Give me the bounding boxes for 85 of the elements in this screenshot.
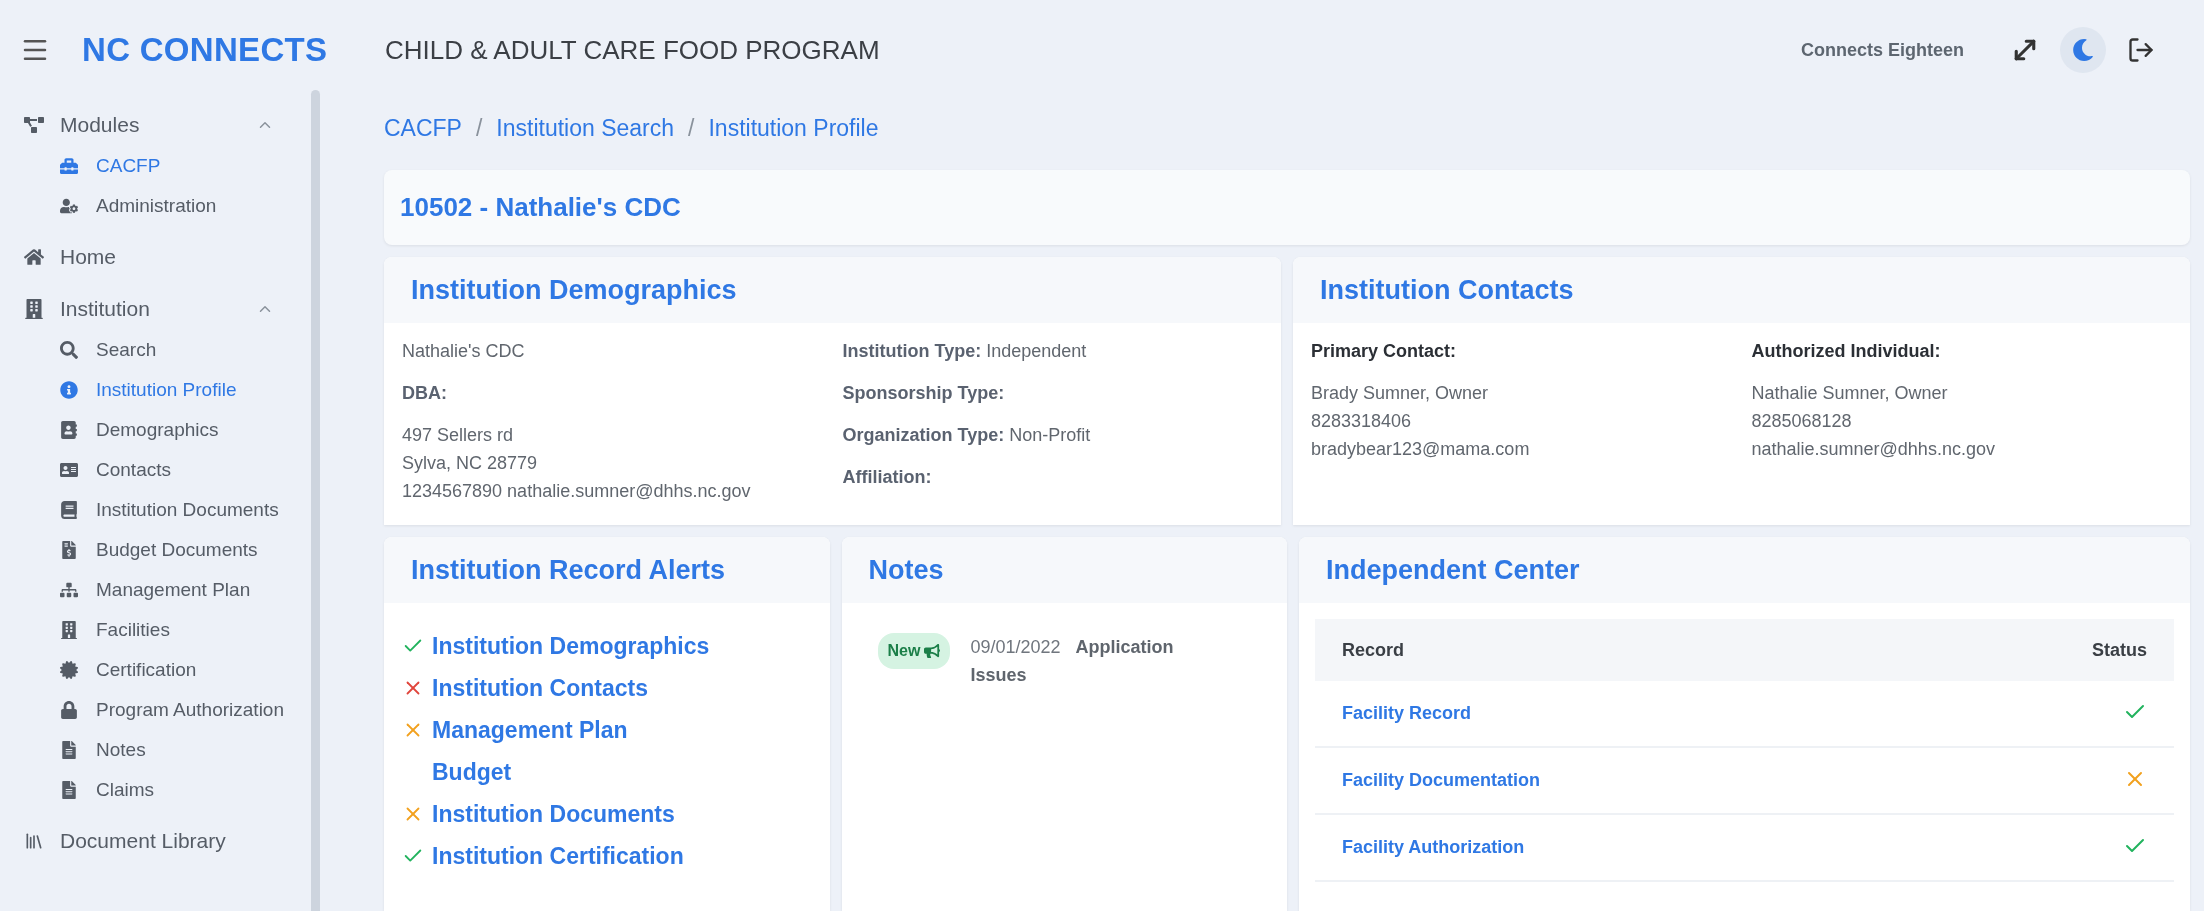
sidebar-item[interactable]: CACFP [24, 146, 311, 186]
card-title: Institution Demographics [411, 274, 737, 306]
breadcrumb-link[interactable]: Institution Search [496, 114, 675, 142]
sidebar-item[interactable]: Certification [24, 650, 311, 690]
sidebar-item[interactable]: Search [24, 330, 311, 370]
app-title: CHILD & ADULT CARE FOOD PROGRAM [385, 34, 881, 66]
badge-icon [60, 661, 78, 679]
contact-line: nathalie.sumner@dhhs.nc.gov [1751, 438, 1996, 461]
contact-line: 8283318406 [1311, 410, 1413, 433]
brand-logo: NC CONNECTS [82, 31, 328, 69]
sidebar-item[interactable]: Institution Profile [24, 370, 311, 410]
breadcrumb-link[interactable]: CACFP [384, 114, 462, 142]
sidebar-item[interactable]: Management Plan [24, 570, 311, 610]
sidebar-item[interactable]: Demographics [24, 410, 311, 450]
home-icon [24, 247, 44, 267]
note-text[interactable]: 09/01/2022 Application Issues [970, 633, 1211, 689]
search-icon [60, 341, 78, 359]
institution-name: Nathalie's CDC [402, 340, 526, 363]
field-text: Affiliation: [842, 466, 933, 489]
lock-icon [60, 701, 78, 719]
card-title: Independent Center [1326, 554, 1580, 586]
sidebar-item[interactable]: Facilities [24, 610, 311, 650]
record-link[interactable]: Facility Record [1342, 703, 1472, 723]
book-icon [60, 501, 78, 519]
sidebar-item[interactable]: Contacts [24, 450, 311, 490]
breadcrumb-separator: / [688, 114, 695, 142]
sidebar-item[interactable]: Notes [24, 730, 311, 770]
sidebar-item[interactable]: Claims [24, 770, 311, 810]
card-title: Notes [868, 554, 944, 586]
address-line: 497 Sellers rd [402, 424, 515, 447]
sidebar-item[interactable]: Budget Documents [24, 530, 311, 570]
card-title: Institution Contacts [1320, 274, 1574, 306]
scrollbar[interactable] [311, 90, 320, 911]
info-icon [60, 381, 78, 399]
theme-button[interactable] [2060, 27, 2106, 73]
id-card-icon [60, 461, 78, 479]
alert-link[interactable]: Institution Certification [432, 842, 684, 870]
record-link[interactable]: Facility Documentation [1342, 770, 1541, 790]
field-text: Organization Type: Non-Profit [842, 424, 1092, 447]
document-icon [60, 781, 78, 799]
toolbox-icon [60, 157, 78, 175]
building-icon [24, 299, 44, 319]
document-icon [60, 741, 78, 759]
sidebar-item[interactable]: Administration [24, 186, 311, 226]
contact-line: bradybear123@mama.com [1311, 438, 1531, 461]
field-label: DBA: [402, 382, 448, 405]
column-header: Status [1914, 619, 2174, 681]
alert-link[interactable]: Management Plan [432, 716, 628, 744]
megaphone-icon [924, 643, 941, 659]
contact-label: Primary Contact: [1311, 340, 1458, 363]
sidebar-item[interactable]: Program Authorization [24, 690, 311, 730]
sidebar-item[interactable]: Document Library [24, 820, 311, 862]
sidebar-item[interactable]: Institution [24, 288, 311, 330]
user-name: Connects Eighteen [1800, 39, 1964, 61]
breadcrumb-separator: / [475, 114, 483, 142]
contact-book-icon [60, 421, 78, 439]
page-title: 10502 - Nathalie's CDC [400, 192, 681, 223]
org-chart-icon [60, 581, 78, 599]
address-line: 1234567890 nathalie.sumner@dhhs.nc.gov [402, 480, 752, 503]
user-gear-icon [60, 197, 78, 215]
sidebar-item[interactable]: Home [24, 236, 311, 278]
building-icon [60, 621, 78, 639]
invoice-icon [60, 541, 78, 559]
diagram-icon [24, 115, 44, 135]
address-line: Sylva, NC 28779 [402, 452, 539, 475]
contact-line: 8285068128 [1751, 410, 1853, 433]
field-text: Institution Type: Independent [842, 340, 1088, 363]
field-text: Sponsorship Type: [842, 382, 1006, 405]
contact-line: Nathalie Sumner, Owner [1751, 382, 1949, 405]
new-badge: New [877, 633, 951, 669]
contact-line: Brady Sumner, Owner [1311, 382, 1490, 405]
books-icon [24, 831, 44, 851]
logout-icon [2127, 36, 2155, 64]
card-title: Institution Record Alerts [411, 554, 726, 586]
alert-link[interactable]: Institution Documents [432, 800, 675, 828]
record-link[interactable]: Facility Authorization [1342, 837, 1525, 857]
sidebar-item[interactable]: Modules [24, 104, 311, 146]
alert-link[interactable]: Budget [432, 758, 512, 786]
sidebar-item[interactable]: Institution Documents [24, 490, 311, 530]
column-header: Record [1315, 619, 1915, 681]
alert-link[interactable]: Institution Demographics [432, 632, 710, 660]
breadcrumb-link[interactable]: Institution Profile [708, 114, 879, 142]
moon-icon [2072, 39, 2094, 61]
alert-link[interactable]: Institution Contacts [432, 674, 648, 702]
contact-label: Authorized Individual: [1751, 340, 1942, 363]
